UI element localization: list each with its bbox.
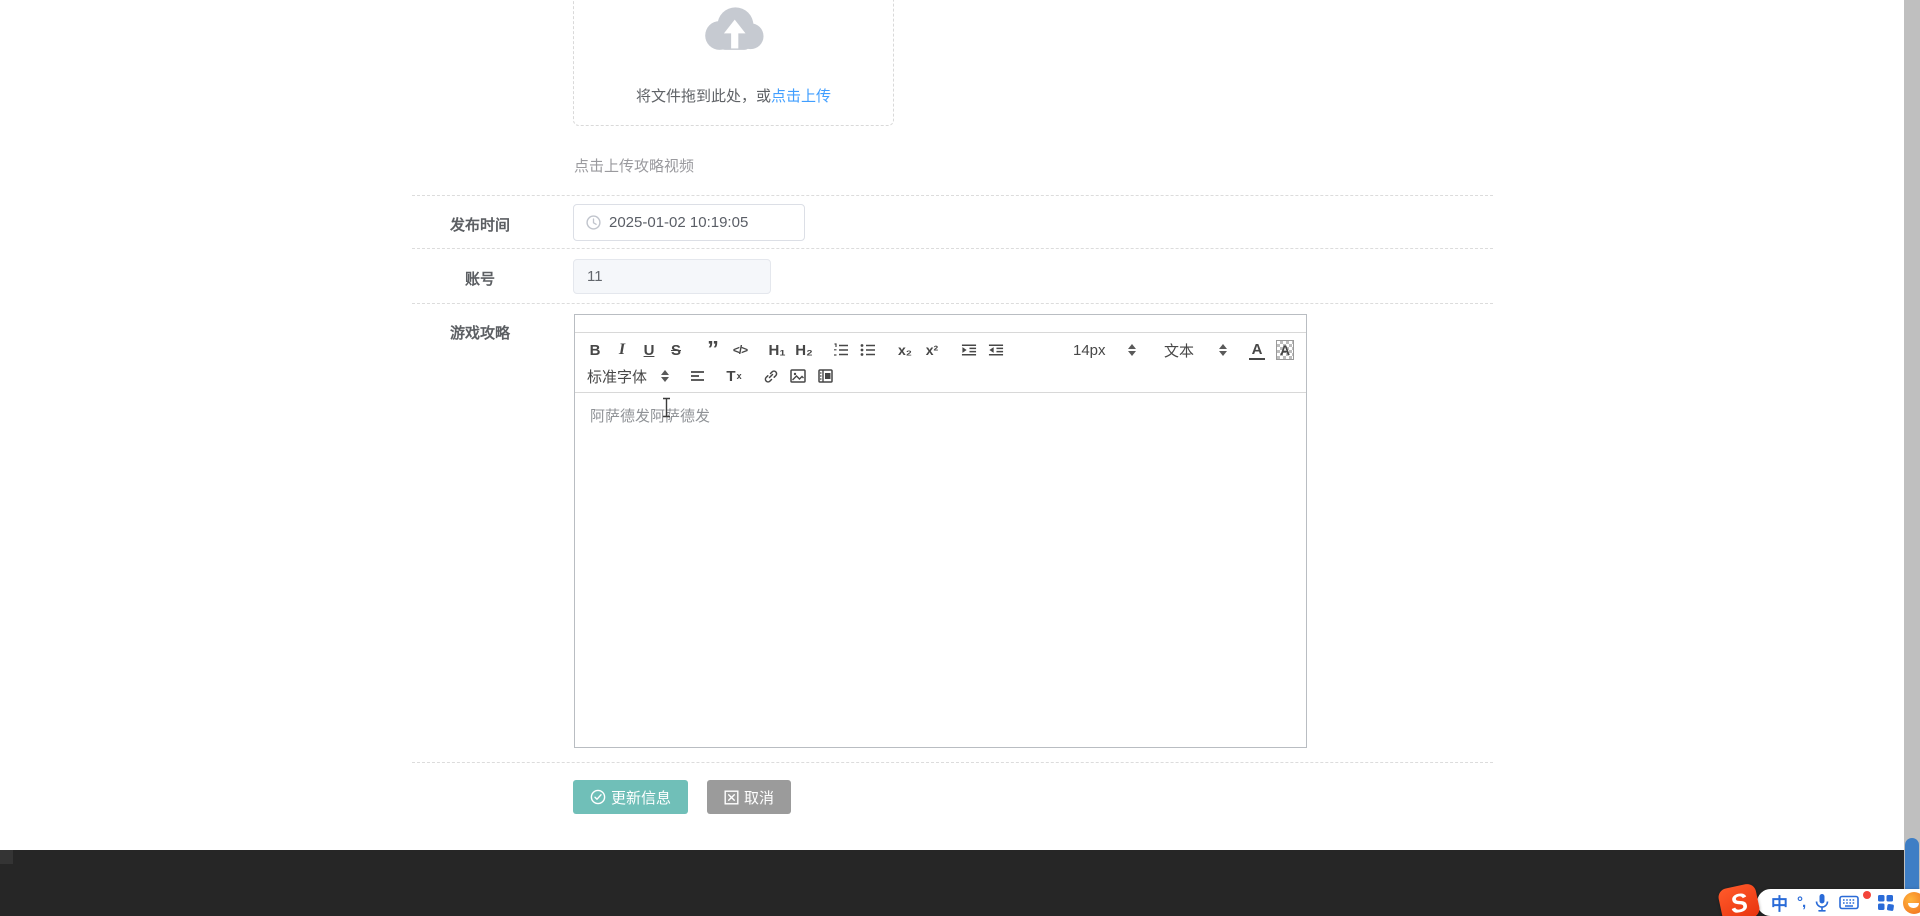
scrollbar-track[interactable]	[1904, 0, 1920, 916]
font-family-select[interactable]: 标准字体	[587, 364, 669, 388]
microphone-icon[interactable]	[1814, 893, 1830, 912]
publish-time-label: 发布时间	[449, 217, 510, 234]
link-icon[interactable]	[763, 364, 779, 388]
clear-format-x: x	[736, 370, 742, 381]
ime-toolbar: 中 °,	[1757, 889, 1920, 916]
italic-button[interactable]: I	[614, 338, 630, 362]
account-label: 账号	[464, 271, 495, 288]
divider	[412, 303, 1493, 304]
upload-hint: 点击上传攻略视频	[574, 158, 695, 175]
form-actions: 更新信息 取消	[573, 780, 792, 814]
editor-content[interactable]: 阿萨德发阿萨德发	[575, 393, 1306, 774]
cancel-label: 取消	[744, 789, 775, 807]
superscript-button[interactable]: x²	[924, 338, 940, 362]
upload-cloud-icon	[704, 7, 764, 50]
header2-button[interactable]: H₂	[795, 338, 813, 362]
ime-emoji-icon[interactable]	[1903, 891, 1920, 914]
bold-button[interactable]: B	[587, 338, 603, 362]
bullet-list-icon[interactable]	[860, 338, 876, 362]
ime-punctuation-mode[interactable]: °,	[1797, 894, 1806, 911]
font-family-value: 标准字体	[587, 368, 648, 386]
upload-drag-text: 将文件拖到此处，或	[635, 88, 771, 105]
upload-instruction: 将文件拖到此处，或点击上传	[574, 85, 893, 106]
check-circle-icon	[590, 789, 606, 805]
account-input[interactable]: 11	[573, 259, 771, 294]
clock-icon	[586, 215, 601, 230]
blockquote-button[interactable]: ”	[705, 341, 721, 359]
cancel-button[interactable]: 取消	[707, 780, 792, 814]
font-size-value: 14px	[1073, 341, 1106, 359]
ime-language-mode[interactable]: 中	[1771, 890, 1788, 915]
updown-arrows-icon	[1128, 344, 1136, 356]
page: 将文件拖到此处，或点击上传 点击上传攻略视频 发布时间 2025-01-02 1…	[0, 0, 1920, 916]
background-color-button[interactable]: A	[1276, 340, 1294, 360]
ime-toolbox-grid-icon[interactable]	[1877, 894, 1895, 911]
toolbar-row-1: B I U S ” </> H₁ H₂ x₂ x² 14px 文本 A A	[587, 337, 1294, 363]
video-icon[interactable]	[817, 364, 833, 388]
updown-arrows-icon	[1219, 344, 1227, 356]
updown-arrows-icon	[661, 370, 669, 382]
text-cursor-icon	[663, 397, 670, 418]
page-footer	[0, 850, 1920, 916]
subscript-button[interactable]: x₂	[897, 338, 913, 362]
clear-format-button[interactable]: Tx	[726, 364, 742, 388]
ordered-list-icon[interactable]	[833, 338, 849, 362]
strategy-label: 游戏攻略	[449, 325, 510, 342]
format-value: 文本	[1164, 342, 1195, 360]
toolbar-row-2: 标准字体 Tx	[587, 363, 1294, 389]
editor-text: 阿萨德发阿萨德发	[590, 408, 711, 425]
header1-button[interactable]: H₁	[768, 338, 785, 362]
editor-top-strip	[575, 315, 1306, 333]
keyboard-icon[interactable]	[1839, 895, 1859, 910]
upload-click-link[interactable]: 点击上传	[771, 88, 831, 105]
publish-time-value: 2025-01-02 10:19:05	[609, 214, 749, 231]
align-icon[interactable]	[689, 364, 705, 388]
divider	[412, 248, 1493, 249]
indent-icon[interactable]	[988, 338, 1004, 362]
outdent-icon[interactable]	[961, 338, 977, 362]
underline-button[interactable]: U	[641, 338, 657, 362]
update-info-label: 更新信息	[611, 789, 672, 807]
upload-dropzone[interactable]: 将文件拖到此处，或点击上传	[573, 0, 894, 126]
divider	[412, 195, 1493, 196]
image-icon[interactable]	[790, 364, 806, 388]
clear-format-t: T	[726, 367, 736, 385]
rich-text-editor: B I U S ” </> H₁ H₂ x₂ x² 14px 文本 A A 标准…	[574, 314, 1307, 748]
update-info-button[interactable]: 更新信息	[573, 780, 689, 814]
format-select[interactable]: 文本	[1164, 338, 1227, 362]
code-button[interactable]: </>	[732, 338, 748, 362]
close-box-icon	[724, 790, 739, 805]
account-value: 11	[587, 268, 603, 285]
publish-time-input[interactable]: 2025-01-02 10:19:05	[573, 204, 805, 241]
text-color-button[interactable]: A	[1249, 341, 1265, 360]
footer-chip	[0, 850, 13, 864]
font-size-select[interactable]: 14px	[1073, 338, 1136, 362]
editor-toolbar: B I U S ” </> H₁ H₂ x₂ x² 14px 文本 A A 标准…	[575, 333, 1306, 393]
strikethrough-button[interactable]: S	[668, 338, 684, 362]
